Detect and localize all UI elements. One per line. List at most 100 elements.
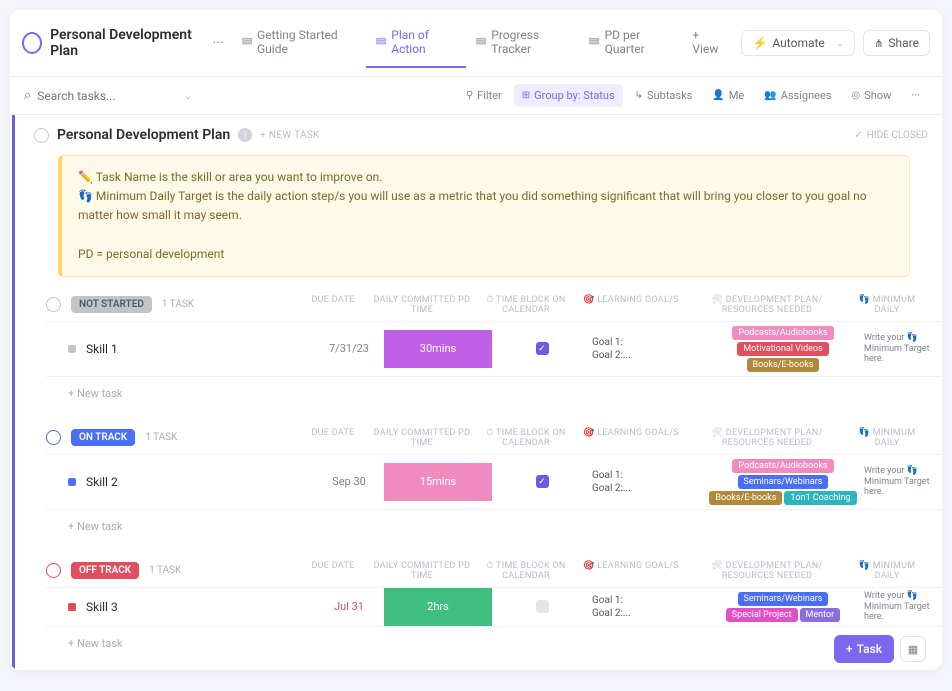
tag[interactable]: Seminars/Webinars (738, 592, 829, 606)
table-row[interactable]: Skill 2Sep 3015mins✓Goal 1:Goal 2:...Pod… (46, 454, 942, 510)
tag[interactable]: Podcasts/Audiobooks (732, 459, 833, 473)
committed-time-cell[interactable]: 15mins (384, 463, 492, 501)
group-collapse-toggle[interactable] (46, 563, 61, 578)
time-block-cell: ✓ (492, 342, 592, 355)
view-tab-progress-tracker[interactable]: Progress Tracker (466, 18, 579, 68)
due-date-cell[interactable]: Jul 31 (314, 600, 384, 613)
status-square (68, 478, 76, 486)
share-button[interactable]: ⋔ Share (863, 30, 930, 56)
due-date-cell[interactable]: Sep 30 (314, 475, 384, 488)
group-collapse-toggle[interactable] (46, 297, 61, 312)
group-icon: ⊞ (522, 90, 530, 101)
bolt-icon: ⚡ (752, 36, 767, 50)
chevron-down-icon: ⌄ (836, 38, 844, 49)
column-header-time: DAILY COMMITTED PD TIME (368, 428, 476, 448)
goals-cell[interactable]: Goal 1:Goal 2:... (592, 336, 702, 362)
view-tab-getting-started-guide[interactable]: Getting Started Guide (232, 18, 366, 68)
add-task-button[interactable]: + New task (46, 377, 942, 410)
show-button[interactable]: ◎Show (844, 84, 900, 107)
due-date-cell[interactable]: 7/31/23 (314, 342, 384, 355)
assignees-button[interactable]: 👥Assignees (756, 84, 839, 107)
min-daily-cell[interactable]: Write your 👣 Minimum Target here. (864, 591, 942, 623)
add-task-button[interactable]: + New task (46, 510, 942, 543)
more-icon[interactable]: ··· (209, 35, 228, 51)
group-not-started: NOT STARTED 1 TASK DUE DATEDAILY COMMITTED… (46, 289, 942, 410)
me-button[interactable]: 👤Me (704, 84, 752, 107)
goals-cell[interactable]: Goal 1:Goal 2:... (592, 594, 702, 620)
status-square (68, 345, 76, 353)
task-name[interactable]: Skill 1 (86, 342, 314, 356)
subtasks-button[interactable]: ↳Subtasks (627, 84, 701, 107)
committed-time-cell[interactable]: 30mins (384, 330, 492, 368)
tag[interactable]: Special Project (726, 608, 798, 622)
table-row[interactable]: Skill 17/31/2330mins✓Goal 1:Goal 2:...Po… (46, 321, 942, 377)
column-header-min: 👣 MINIMUM DAILY (848, 295, 926, 315)
user-icon: 👤 (712, 90, 724, 101)
status-badge[interactable]: OFF TRACK (71, 562, 139, 579)
time-block-checkbox[interactable]: ✓ (536, 342, 549, 355)
page-title: Personal Development Plan (50, 27, 205, 59)
tag[interactable]: Books/E-books (747, 358, 820, 372)
tag[interactable]: Books/E-books (709, 491, 782, 505)
dev-plan-cell[interactable]: Seminars/Webinars Special ProjectMentor (702, 588, 864, 626)
min-daily-cell[interactable]: Write your 👣 Minimum Target here. (864, 333, 942, 365)
time-block-cell: ✓ (492, 475, 592, 488)
column-header-min: 👣 MINIMUM DAILY (848, 561, 926, 581)
add-task-button[interactable]: + New task (46, 627, 942, 660)
hide-closed-button[interactable]: ✓ HIDE CLOSED (854, 130, 928, 141)
tag[interactable]: Motivational Videos (737, 342, 828, 356)
toolbar: ⌕ ⌄ ⚲Filter ⊞Group by: Status ↳Subtasks … (10, 77, 942, 115)
status-square (68, 603, 76, 611)
column-header-due: DUE DATE (298, 295, 368, 315)
filter-icon: ⚲ (466, 90, 473, 101)
users-icon: 👥 (764, 90, 776, 101)
column-header-block: ⏱ TIME BLOCK ON CALENDAR (476, 295, 576, 315)
active-gutter (12, 115, 15, 670)
task-count: 1 TASK (162, 299, 194, 310)
status-badge[interactable]: NOT STARTED (71, 296, 152, 313)
tag[interactable]: Seminars/Webinars (738, 475, 829, 489)
column-header-due: DUE DATE (298, 561, 368, 581)
new-task-button[interactable]: + NEW TASK (260, 130, 319, 141)
committed-time-cell[interactable]: 2hrs (384, 588, 492, 626)
group-collapse-toggle[interactable] (46, 430, 61, 445)
column-header-goals: 🎯 LEARNING GOAL/S (576, 561, 686, 581)
tag[interactable]: 1on1 Coaching (784, 491, 856, 505)
chevron-down-icon[interactable]: ⌄ (183, 89, 192, 102)
view-tab-pd-per-quarter[interactable]: PD per Quarter (579, 18, 682, 68)
fab-menu-button[interactable]: ▦ (900, 636, 926, 662)
column-header-block: ⏱ TIME BLOCK ON CALENDAR (476, 428, 576, 448)
fab-container: +Task ▦ (834, 635, 926, 663)
dev-plan-cell[interactable]: Podcasts/Audiobooks Seminars/Webinars Book… (702, 455, 864, 509)
column-header-time: DAILY COMMITTED PD TIME (368, 295, 476, 315)
column-header-goals: 🎯 LEARNING GOAL/S (576, 295, 686, 315)
group-off-track: OFF TRACK1 TASKDUE DATEDAILY COMMITTED P… (46, 555, 942, 660)
view-tab-plan-of-action[interactable]: Plan of Action (366, 18, 466, 68)
table-row[interactable]: Skill 3Jul 312hrsGoal 1:Goal 2:...Semina… (46, 587, 942, 627)
task-name[interactable]: Skill 2 (86, 475, 314, 489)
collapse-toggle[interactable] (34, 128, 49, 143)
automate-button[interactable]: ⚡ Automate ⌄ (741, 30, 855, 56)
view-tab-view[interactable]: + View (682, 18, 733, 68)
time-block-checkbox[interactable] (536, 600, 549, 613)
search-icon: ⌕ (24, 88, 31, 103)
tag[interactable]: Mentor (800, 608, 841, 622)
task-name[interactable]: Skill 3 (86, 600, 314, 614)
tag[interactable]: Podcasts/Audiobooks (732, 326, 833, 340)
section-title: Personal Development Plan (57, 127, 230, 143)
subtasks-icon: ↳ (635, 90, 643, 101)
groupby-button[interactable]: ⊞Group by: Status (514, 84, 623, 107)
info-icon[interactable]: i (238, 128, 252, 142)
dev-plan-cell[interactable]: Podcasts/Audiobooks Motivational Videos Bo… (702, 322, 864, 376)
search-input[interactable] (37, 89, 177, 103)
column-header-dev: 🛠 DEVELOPMENT PLAN/ RESOURCES NEEDED (686, 428, 848, 448)
goals-cell[interactable]: Goal 1:Goal 2:... (592, 469, 702, 495)
min-daily-cell[interactable]: Write your 👣 Minimum Target here. (864, 466, 942, 498)
time-block-checkbox[interactable]: ✓ (536, 475, 549, 488)
column-header-time: DAILY COMMITTED PD TIME (368, 561, 476, 581)
status-badge[interactable]: ON TRACK (71, 429, 135, 446)
create-task-button[interactable]: +Task (834, 635, 894, 663)
column-header-goals: 🎯 LEARNING GOAL/S (576, 428, 686, 448)
overflow-button[interactable]: ··· (903, 84, 928, 107)
filter-button[interactable]: ⚲Filter (458, 84, 510, 107)
